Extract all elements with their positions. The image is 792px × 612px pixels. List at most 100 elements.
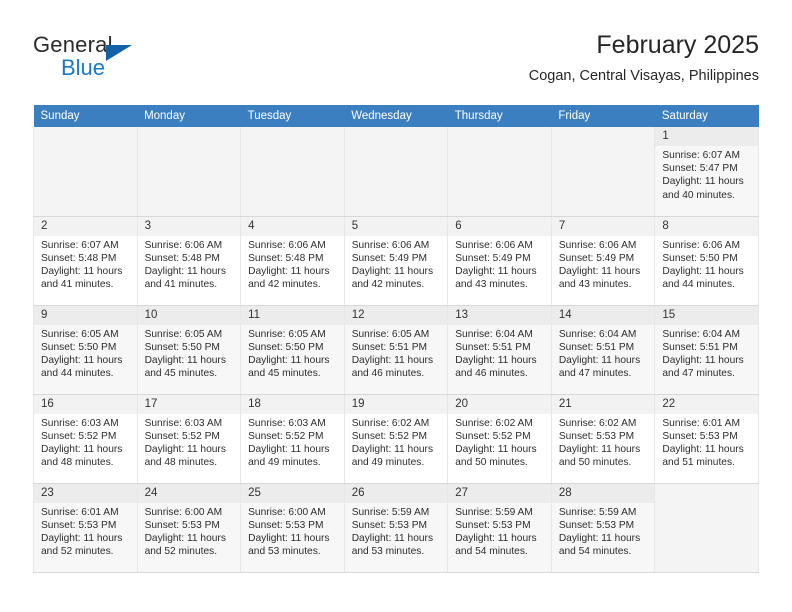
triangle-icon bbox=[106, 45, 132, 61]
daylight-duration-line1: Daylight: 11 hours bbox=[455, 532, 537, 544]
daylight-duration-line2: and 40 minutes. bbox=[662, 189, 735, 201]
calendar-day-cell[interactable]: 20 Sunrise: 6:02 AM Sunset: 5:52 PM Dayligh… bbox=[447, 394, 552, 484]
calendar-day-cell[interactable]: 18 Sunrise: 6:03 AM Sunset: 5:52 PM Dayligh… bbox=[240, 394, 345, 484]
daylight-duration-line2: and 47 minutes. bbox=[558, 368, 632, 380]
calendar-day-cell[interactable]: 28 Sunrise: 5:59 AM Sunset: 5:53 PM Dayligh… bbox=[550, 483, 656, 573]
weekday-header-wednesday: Wednesday bbox=[344, 105, 448, 127]
day-number: 27 bbox=[448, 483, 551, 503]
calendar-day-cell[interactable]: 5 Sunrise: 6:06 AM Sunset: 5:49 PM Daylight… bbox=[343, 216, 449, 306]
sunrise-time: Sunrise: 6:07 AM bbox=[41, 239, 119, 251]
sunrise-time: Sunrise: 6:04 AM bbox=[662, 328, 740, 340]
calendar-cell-empty bbox=[343, 127, 449, 217]
day-number: 13 bbox=[448, 305, 551, 325]
day-details: Sunrise: 6:06 AM Sunset: 5:48 PM Daylight:… bbox=[138, 236, 241, 292]
sunset-time: Sunset: 5:51 PM bbox=[558, 341, 635, 353]
daylight-duration-line2: and 44 minutes. bbox=[662, 279, 735, 291]
calendar-head: Sunday Monday Tuesday Wednesday Thursday… bbox=[33, 105, 759, 127]
daylight-duration-line1: Daylight: 11 hours bbox=[558, 532, 641, 544]
day-number: 12 bbox=[344, 305, 448, 325]
sunset-time: Sunset: 5:50 PM bbox=[144, 341, 220, 353]
sunset-time: Sunset: 5:53 PM bbox=[662, 430, 738, 442]
day-number: 6 bbox=[448, 216, 551, 236]
calendar-day-cell[interactable]: 13 Sunrise: 6:04 AM Sunset: 5:51 PM Dayligh… bbox=[447, 305, 552, 395]
calendar-day-cell[interactable]: 22 Sunrise: 6:01 AM Sunset: 5:53 PM Dayligh… bbox=[654, 394, 759, 484]
sunset-time: Sunset: 5:53 PM bbox=[455, 519, 531, 531]
daylight-duration-line1: Daylight: 11 hours bbox=[41, 354, 123, 366]
sunrise-time: Sunrise: 6:06 AM bbox=[662, 239, 740, 251]
calendar-day-cell[interactable]: 27 Sunrise: 5:59 AM Sunset: 5:53 PM Dayligh… bbox=[447, 483, 552, 573]
calendar-day-cell[interactable]: 3 Sunrise: 6:06 AM Sunset: 5:48 PM Daylight… bbox=[136, 216, 242, 306]
calendar-day-cell[interactable]: 19 Sunrise: 6:02 AM Sunset: 5:52 PM Dayligh… bbox=[343, 394, 449, 484]
calendar-day-cell[interactable]: 11 Sunrise: 6:05 AM Sunset: 5:50 PM Dayligh… bbox=[240, 305, 345, 395]
sunrise-time: Sunrise: 6:06 AM bbox=[351, 239, 430, 251]
calendar-day-cell[interactable]: 8 Sunrise: 6:06 AM Sunset: 5:50 PM Daylight… bbox=[654, 216, 759, 306]
calendar-day-cell[interactable]: 17 Sunrise: 6:03 AM Sunset: 5:52 PM Dayligh… bbox=[136, 394, 242, 484]
day-details: Sunrise: 6:02 AM Sunset: 5:53 PM Daylight:… bbox=[552, 414, 655, 470]
daylight-duration-line2: and 52 minutes. bbox=[144, 546, 218, 558]
sunrise-time: Sunrise: 6:06 AM bbox=[455, 239, 533, 251]
daylight-duration-line1: Daylight: 11 hours bbox=[351, 443, 434, 455]
day-number: 14 bbox=[551, 305, 655, 325]
page-subtitle: Cogan, Central Visayas, Philippines bbox=[528, 68, 759, 84]
calendar-week-row: 23 Sunrise: 6:01 AM Sunset: 5:53 PM Dayligh… bbox=[33, 483, 759, 573]
calendar-body: 1 Sunrise: 6:07 AM Sunset: 5:47 PM Daylight… bbox=[33, 127, 759, 573]
sunset-time: Sunset: 5:52 PM bbox=[248, 430, 324, 442]
daylight-duration-line2: and 51 minutes. bbox=[662, 457, 735, 469]
daylight-duration-line1: Daylight: 11 hours bbox=[662, 354, 744, 366]
day-number: 16 bbox=[34, 394, 137, 414]
sunset-time: Sunset: 5:49 PM bbox=[558, 252, 635, 264]
daylight-duration-line1: Daylight: 11 hours bbox=[558, 354, 641, 366]
calendar-week-row: 2 Sunrise: 6:07 AM Sunset: 5:48 PM Daylight… bbox=[33, 216, 759, 306]
calendar-day-cell[interactable]: 10 Sunrise: 6:05 AM Sunset: 5:50 PM Dayligh… bbox=[136, 305, 242, 395]
daylight-duration-line2: and 45 minutes. bbox=[248, 368, 321, 380]
calendar-day-cell[interactable]: 16 Sunrise: 6:03 AM Sunset: 5:52 PM Dayligh… bbox=[33, 394, 138, 484]
calendar-cell-empty bbox=[136, 127, 242, 217]
calendar-day-cell[interactable]: 1 Sunrise: 6:07 AM Sunset: 5:47 PM Daylight… bbox=[654, 127, 759, 217]
sunrise-time: Sunrise: 6:05 AM bbox=[248, 328, 326, 340]
title-block: February 2025 Cogan, Central Visayas, Ph… bbox=[529, 30, 759, 87]
day-number: 20 bbox=[448, 394, 551, 414]
sunset-time: Sunset: 5:52 PM bbox=[41, 430, 117, 442]
calendar-day-cell[interactable]: 25 Sunrise: 6:00 AM Sunset: 5:53 PM Dayligh… bbox=[240, 483, 345, 573]
daylight-duration-line1: Daylight: 11 hours bbox=[41, 532, 123, 544]
calendar-day-cell[interactable]: 7 Sunrise: 6:06 AM Sunset: 5:49 PM Daylight… bbox=[550, 216, 656, 306]
daylight-duration-line2: and 48 minutes. bbox=[41, 457, 114, 469]
sunset-time: Sunset: 5:50 PM bbox=[248, 341, 324, 353]
daylight-duration-line1: Daylight: 11 hours bbox=[351, 265, 434, 277]
daylight-duration-line2: and 41 minutes. bbox=[41, 279, 114, 291]
calendar-day-cell[interactable]: 4 Sunrise: 6:06 AM Sunset: 5:48 PM Daylight… bbox=[240, 216, 345, 306]
calendar-day-cell[interactable]: 24 Sunrise: 6:00 AM Sunset: 5:53 PM Dayligh… bbox=[136, 483, 242, 573]
weekday-header-thursday: Thursday bbox=[447, 105, 552, 127]
calendar-day-cell[interactable]: 2 Sunrise: 6:07 AM Sunset: 5:48 PM Daylight… bbox=[33, 216, 138, 306]
day-details: Sunrise: 5:59 AM Sunset: 5:53 PM Daylight:… bbox=[552, 503, 655, 559]
sunset-time: Sunset: 5:49 PM bbox=[351, 252, 428, 264]
logo-text-blue: Blue bbox=[61, 55, 106, 80]
daylight-duration-line1: Daylight: 11 hours bbox=[248, 443, 330, 455]
sunrise-time: Sunrise: 6:03 AM bbox=[144, 417, 223, 429]
daylight-duration-line1: Daylight: 11 hours bbox=[662, 265, 744, 277]
day-details: Sunrise: 6:06 AM Sunset: 5:50 PM Daylight:… bbox=[655, 236, 758, 292]
calendar-day-cell[interactable]: 12 Sunrise: 6:05 AM Sunset: 5:51 PM Dayligh… bbox=[343, 305, 449, 395]
sunrise-time: Sunrise: 5:59 AM bbox=[351, 506, 430, 518]
general-blue-logo[interactable]: General Blue bbox=[33, 34, 233, 86]
calendar-container: Sunday Monday Tuesday Wednesday Thursday… bbox=[33, 105, 759, 573]
day-details: Sunrise: 6:00 AM Sunset: 5:53 PM Daylight:… bbox=[138, 503, 241, 559]
calendar-day-cell[interactable]: 23 Sunrise: 6:01 AM Sunset: 5:53 PM Dayligh… bbox=[33, 483, 138, 573]
daylight-duration-line2: and 44 minutes. bbox=[41, 368, 114, 380]
calendar-day-cell[interactable]: 15 Sunrise: 6:04 AM Sunset: 5:51 PM Dayligh… bbox=[654, 305, 759, 395]
day-details: Sunrise: 6:00 AM Sunset: 5:53 PM Daylight:… bbox=[241, 503, 344, 559]
calendar-day-cell[interactable]: 26 Sunrise: 5:59 AM Sunset: 5:53 PM Dayligh… bbox=[343, 483, 449, 573]
sunrise-time: Sunrise: 6:06 AM bbox=[248, 239, 326, 251]
calendar-day-cell[interactable]: 6 Sunrise: 6:06 AM Sunset: 5:49 PM Daylight… bbox=[447, 216, 552, 306]
daylight-duration-line1: Daylight: 11 hours bbox=[144, 354, 226, 366]
day-details: Sunrise: 6:05 AM Sunset: 5:51 PM Daylight:… bbox=[345, 325, 448, 381]
day-details: Sunrise: 6:04 AM Sunset: 5:51 PM Daylight:… bbox=[552, 325, 655, 381]
day-number: 10 bbox=[137, 305, 241, 325]
weekday-header-friday: Friday bbox=[551, 105, 655, 127]
sunset-time: Sunset: 5:48 PM bbox=[144, 252, 220, 264]
calendar-day-cell[interactable]: 9 Sunrise: 6:05 AM Sunset: 5:50 PM Daylight… bbox=[33, 305, 138, 395]
calendar-day-cell[interactable]: 21 Sunrise: 6:02 AM Sunset: 5:53 PM Dayligh… bbox=[550, 394, 656, 484]
sunrise-time: Sunrise: 6:01 AM bbox=[41, 506, 119, 518]
calendar-day-cell[interactable]: 14 Sunrise: 6:04 AM Sunset: 5:51 PM Dayligh… bbox=[550, 305, 656, 395]
sunset-time: Sunset: 5:48 PM bbox=[41, 252, 117, 264]
